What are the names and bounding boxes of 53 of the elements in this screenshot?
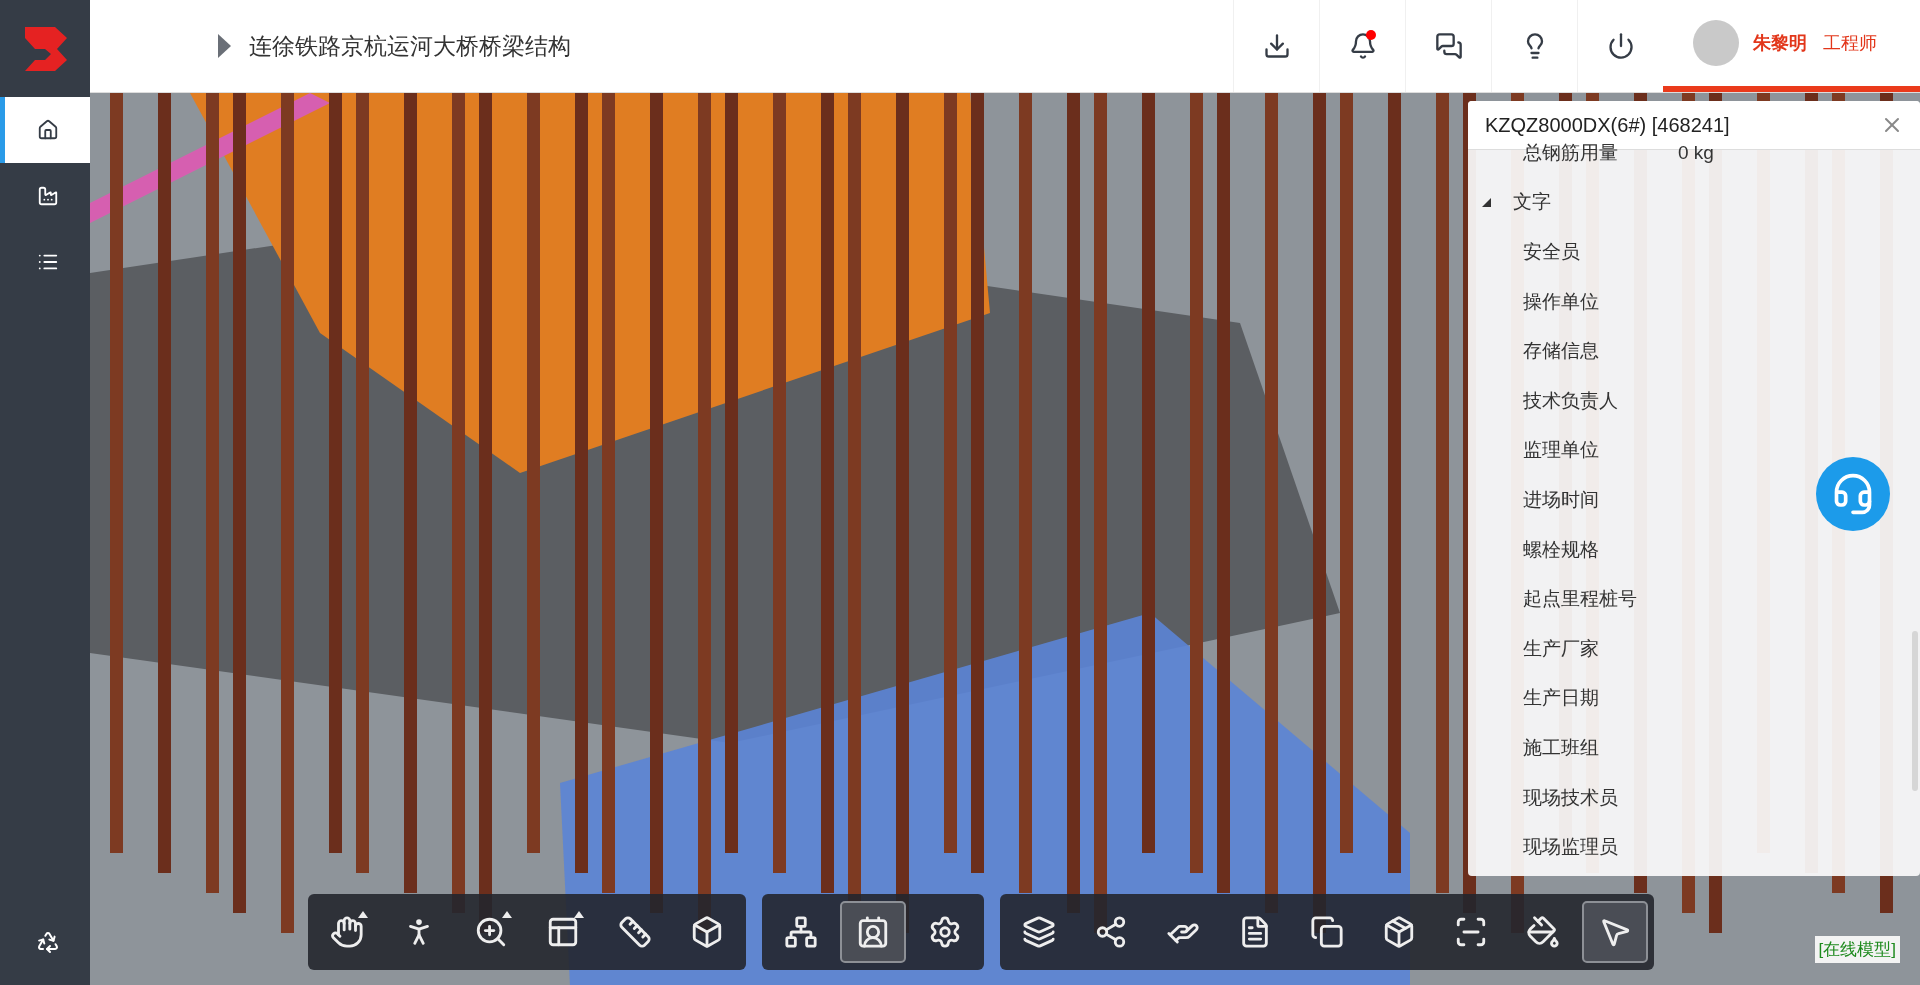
download-icon [1262, 32, 1291, 60]
group-label[interactable]: 文字 [1513, 189, 1551, 216]
bell-icon [1348, 32, 1377, 60]
share-icon [1094, 915, 1128, 949]
property-label: 现场监理员 [1523, 835, 1618, 860]
user-name: 朱黎明 [1753, 33, 1807, 53]
avatar [1693, 20, 1739, 66]
scrollbar[interactable] [1912, 631, 1918, 791]
panel-icon [546, 915, 580, 949]
copy-icon [1310, 915, 1344, 949]
contact-card-tool[interactable] [840, 901, 906, 963]
layers-icon [1022, 915, 1056, 949]
property-label: 操作单位 [1523, 289, 1599, 314]
cursor-tool[interactable] [1582, 901, 1648, 963]
property-value: 0 kg [1678, 141, 1714, 164]
property-label: 施工班组 [1523, 735, 1599, 760]
scan-icon [1454, 915, 1488, 949]
caret-icon [502, 911, 512, 918]
property-label: 螺栓规格 [1523, 537, 1599, 562]
hierarchy-icon [784, 915, 818, 949]
property-label: 总钢筋用量 [1523, 140, 1618, 165]
property-label: 监理单位 [1523, 438, 1599, 463]
property-label: 起点里程桩号 [1523, 587, 1637, 612]
power-icon [1606, 32, 1635, 60]
property-label: 技术负责人 [1523, 388, 1618, 413]
panel-title: KZQZ8000DX(6#) [468241] [1485, 113, 1730, 137]
caret-icon [574, 911, 584, 918]
caret-icon [218, 34, 231, 58]
paint-bucket-icon [1526, 915, 1560, 949]
property-label: 生产日期 [1523, 686, 1599, 711]
user-role: 工程师 [1823, 33, 1877, 53]
property-label: 生产厂家 [1523, 636, 1599, 661]
notification-dot [1366, 30, 1376, 40]
caret-icon [358, 911, 368, 918]
contact-card-icon [856, 915, 890, 949]
zoom-icon [474, 915, 508, 949]
expand-triangle-icon[interactable] [1482, 197, 1491, 207]
model-status: [在线模型] [1814, 936, 1900, 963]
property-label: 进场时间 [1523, 487, 1599, 512]
recycle-icon [35, 930, 60, 954]
ruler-icon [618, 915, 652, 949]
package-icon [1382, 915, 1416, 949]
cube-icon [690, 915, 724, 949]
project-title: 连徐铁路京杭运河大桥桥梁结构 [249, 31, 572, 61]
property-label: 现场技术员 [1523, 785, 1618, 810]
property-label: 存储信息 [1523, 339, 1599, 364]
home-nav-item[interactable] [0, 97, 90, 163]
home-icon [36, 119, 59, 141]
chat-icon [1434, 32, 1463, 60]
property-label: 安全员 [1523, 240, 1580, 264]
settings-icon [928, 915, 962, 949]
factory-icon [36, 185, 59, 207]
hand-icon [330, 915, 364, 949]
